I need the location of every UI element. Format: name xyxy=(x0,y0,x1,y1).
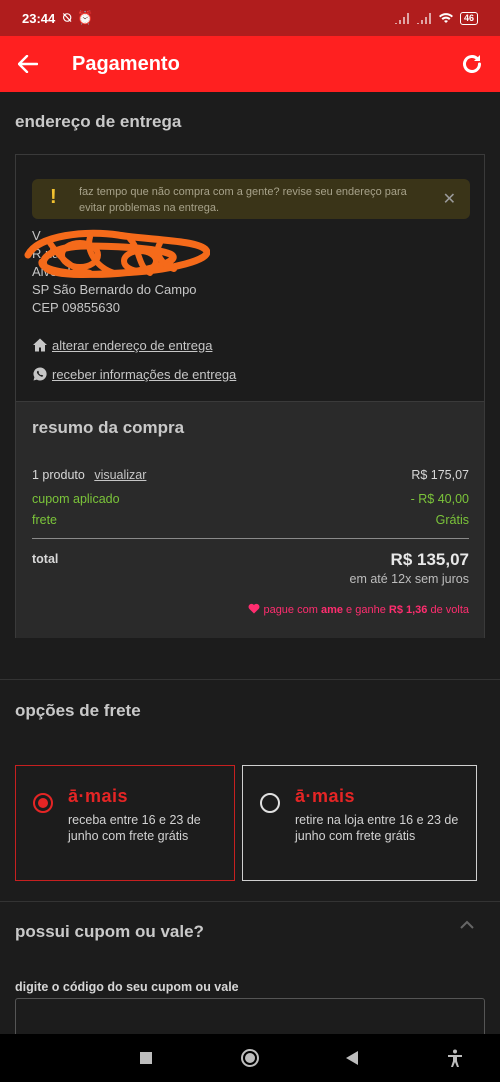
battery-icon: 46 xyxy=(459,11,478,25)
shipping-option-description: retire na loja entre 16 e 23 de junho co… xyxy=(295,813,459,843)
radio-unselected[interactable] xyxy=(260,793,280,813)
change-address-link[interactable]: alterar endereço de entrega xyxy=(32,337,212,353)
brand-logo: ā·mais xyxy=(295,786,356,806)
checkout-content[interactable]: endereço de entrega ! faz tempo que não … xyxy=(0,92,500,1034)
ame-prefix: pague com xyxy=(263,604,318,616)
view-products-link[interactable]: visualizar xyxy=(94,468,146,482)
back-button[interactable] xyxy=(0,36,56,92)
alarm-off-icon: ⍉ xyxy=(63,10,72,25)
products-label: 1 produto xyxy=(32,468,85,482)
total-value: R$ 135,07 xyxy=(390,550,469,569)
delivery-address-title: endereço de entrega xyxy=(15,112,182,131)
arrow-left-icon xyxy=(18,55,38,73)
coupon-field-label: digite o código do seu cupom ou vale xyxy=(15,980,239,994)
delivery-info-link[interactable]: receber informações de entrega xyxy=(32,366,236,382)
refresh-button[interactable] xyxy=(444,36,500,92)
section-divider xyxy=(0,901,500,902)
signal-icon-2 xyxy=(416,13,431,24)
address-card: ! faz tempo que não compra com a gente? … xyxy=(15,154,485,638)
home-nav-button[interactable] xyxy=(238,1046,262,1070)
shipping-value: Grátis xyxy=(435,513,469,527)
app-bar: Pagamento xyxy=(0,36,500,92)
shipping-option-description: receba entre 16 e 23 de junho com frete … xyxy=(68,813,201,843)
address-line: CEP 09855630 xyxy=(32,300,120,315)
status-right: 46 xyxy=(394,11,478,25)
coupon-applied-label: cupom aplicado xyxy=(32,492,120,506)
exclamation-icon: ! xyxy=(50,186,57,208)
ame-suffix: de volta xyxy=(430,604,469,616)
order-summary: resumo da compra 1 produto visualizar R$… xyxy=(16,401,484,638)
ame-middle: e ganhe xyxy=(346,604,386,616)
ame-brand: ame xyxy=(320,604,343,616)
chevron-up-icon[interactable] xyxy=(460,920,474,930)
warning-text: faz tempo que não compra com a gente? re… xyxy=(79,186,407,214)
signal-icon xyxy=(394,13,409,24)
status-time: 23:44 xyxy=(22,10,56,26)
products-label-wrap: 1 produto visualizar xyxy=(32,468,146,482)
coupon-row: cupom aplicado - R$ 40,00 xyxy=(32,492,469,506)
section-divider xyxy=(0,679,500,680)
summary-title: resumo da compra xyxy=(32,418,185,437)
address-warning: ! faz tempo que não compra com a gente? … xyxy=(32,179,470,219)
radio-selected[interactable] xyxy=(33,793,53,813)
total-label: total xyxy=(32,552,59,566)
summary-divider xyxy=(32,538,469,539)
ame-cashback[interactable]: pague com ame e ganhe R$ 1,36 de volta xyxy=(248,603,469,616)
system-nav-bar xyxy=(0,1034,500,1082)
status-bar: 23:44 ⍉ ⏰ 46 xyxy=(0,0,500,36)
shipping-options-title: opções de frete xyxy=(15,701,141,720)
triangle-left-icon xyxy=(346,1051,358,1065)
shipping-option-delivery[interactable]: ā·mais receba entre 16 e 23 de junho com… xyxy=(15,765,235,881)
square-icon xyxy=(140,1052,152,1064)
home-icon xyxy=(33,338,47,352)
delivery-info-label: receber informações de entrega xyxy=(52,366,237,382)
accessibility-icon xyxy=(448,1049,462,1067)
accessibility-button[interactable] xyxy=(443,1046,467,1070)
ame-value: R$ 1,36 xyxy=(388,604,428,616)
close-icon[interactable]: ✕ xyxy=(443,189,456,209)
shipping-row: frete Grátis xyxy=(32,513,469,527)
products-row: 1 produto visualizar R$ 175,07 xyxy=(32,468,469,482)
recents-button[interactable] xyxy=(134,1046,158,1070)
circle-icon xyxy=(241,1049,259,1067)
refresh-icon xyxy=(463,55,481,73)
wifi-icon xyxy=(438,13,453,23)
products-value: R$ 175,07 xyxy=(411,468,469,482)
installments-text: em até 12x sem juros xyxy=(349,572,470,586)
brand-logo: ā·mais xyxy=(68,786,129,806)
back-nav-button[interactable] xyxy=(340,1046,364,1070)
coupon-applied-value: - R$ 40,00 xyxy=(410,492,469,506)
page-title: Pagamento xyxy=(72,52,180,75)
redaction-scribble xyxy=(24,229,210,278)
whatsapp-icon xyxy=(33,367,47,381)
coupon-section-title[interactable]: possui cupom ou vale? xyxy=(15,922,204,942)
heart-icon xyxy=(248,603,260,614)
change-address-label: alterar endereço de entrega xyxy=(52,337,213,353)
coupon-code-input[interactable] xyxy=(15,998,485,1034)
shipping-label: frete xyxy=(32,513,58,527)
alarm-icon: ⏰ xyxy=(77,10,94,25)
shipping-option-pickup[interactable]: ā·mais retire na loja entre 16 e 23 de j… xyxy=(242,765,477,881)
